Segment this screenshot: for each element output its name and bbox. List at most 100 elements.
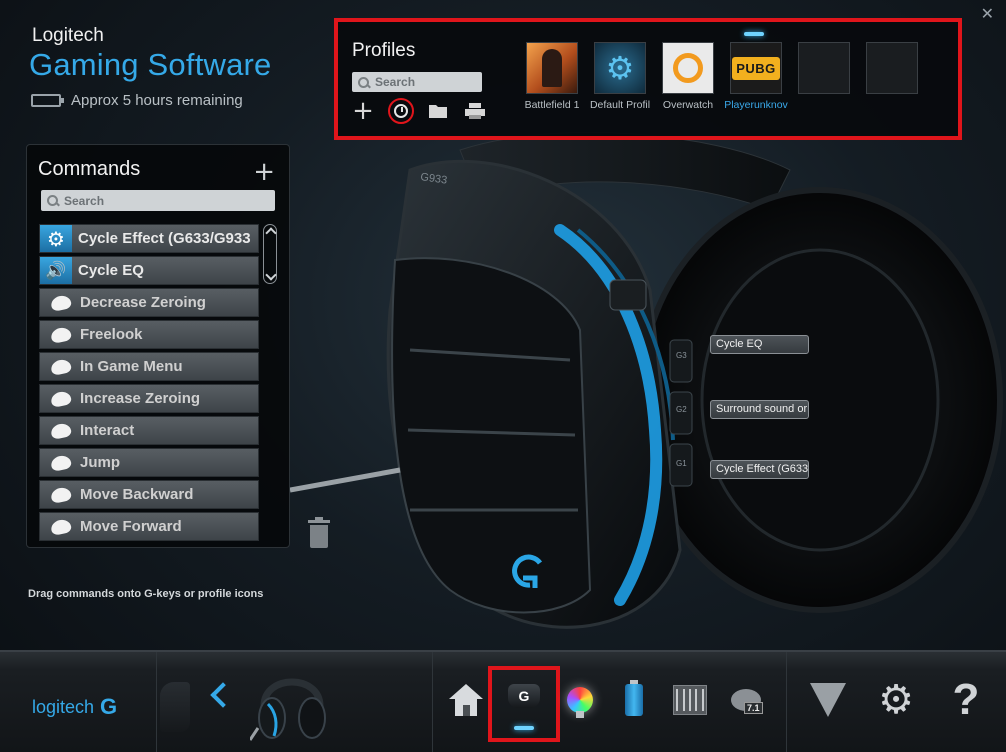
command-item[interactable]: Decrease Zeroing xyxy=(39,288,259,317)
home-icon[interactable] xyxy=(446,680,486,720)
g1-key-label: G1 xyxy=(676,459,687,468)
key-icon xyxy=(48,388,74,410)
key-icon xyxy=(48,356,74,378)
function-gear-icon: ⚙ xyxy=(40,225,72,252)
profile-pubg[interactable]: PUBG Playerunknov xyxy=(724,32,788,111)
headset-image: G3 G2 G1 G933 xyxy=(290,132,1003,629)
history-icon[interactable] xyxy=(388,98,414,124)
help-icon[interactable]: ? xyxy=(946,675,986,724)
customize-gkeys-button[interactable]: G xyxy=(488,666,560,742)
scroll-up-icon[interactable] xyxy=(265,227,277,239)
close-icon[interactable]: ✕ xyxy=(981,4,994,23)
key-icon xyxy=(48,292,74,314)
command-item[interactable]: Jump xyxy=(39,448,259,477)
command-search xyxy=(41,190,275,211)
drag-hint: Drag commands onto G-keys or profile ico… xyxy=(28,588,264,600)
profile-empty-slot[interactable] xyxy=(796,42,852,111)
command-label: Cycle EQ xyxy=(78,262,144,279)
command-scrollbar[interactable] xyxy=(263,224,277,284)
profile-label: Overwatch xyxy=(662,99,714,111)
g3-key-label: G3 xyxy=(676,351,687,360)
key-icon xyxy=(48,324,74,346)
command-search-input[interactable] xyxy=(64,193,275,208)
profile-label: Playerunknov xyxy=(724,99,788,111)
command-label: Jump xyxy=(80,454,121,471)
profile-label: Battlefield 1 xyxy=(524,99,580,111)
profile-default[interactable]: ⚙ Default Profil xyxy=(590,42,650,111)
command-list: ⚙ Cycle Effect (G633/G933 🔊 Cycle EQ Dec… xyxy=(39,224,259,544)
pubg-logo: PUBG xyxy=(730,42,782,94)
gear-icon: ⚙ xyxy=(605,49,635,87)
empty-slot xyxy=(798,42,850,94)
callout-g1[interactable]: Cycle Effect (G633 xyxy=(710,460,809,479)
battery-level-icon[interactable] xyxy=(614,680,654,720)
profile-search-input[interactable] xyxy=(375,75,482,89)
print-icon[interactable] xyxy=(464,100,486,122)
g2-key-label: G2 xyxy=(676,405,687,414)
commands-title: Commands xyxy=(38,158,141,180)
key-icon xyxy=(48,484,74,506)
overwatch-logo xyxy=(662,42,714,94)
logitech-logo[interactable]: logitech G xyxy=(32,694,117,720)
empty-slot xyxy=(866,42,918,94)
profile-search xyxy=(352,72,482,92)
surround-sound-icon[interactable]: 7.1 xyxy=(726,680,766,720)
key-icon xyxy=(48,420,74,442)
brand-title: Gaming Software xyxy=(29,47,272,82)
profile-label: Default Profil xyxy=(589,99,651,111)
chevron-left-icon[interactable] xyxy=(210,682,236,708)
command-label: Move Forward xyxy=(80,518,182,535)
callout-g2[interactable]: Surround sound or xyxy=(710,400,809,419)
commands-panel: Commands + ⚙ Cycle Effect (G633/G933 🔊 C… xyxy=(26,144,290,548)
open-folder-icon[interactable] xyxy=(428,100,450,122)
trash-icon[interactable] xyxy=(308,517,330,548)
add-profile-icon[interactable]: + xyxy=(352,98,374,124)
battery-icon xyxy=(31,94,64,107)
surround-badge: 7.1 xyxy=(744,702,763,714)
key-icon xyxy=(48,452,74,474)
active-profile-indicator xyxy=(744,32,764,36)
command-label: Cycle Effect (G633/G933 xyxy=(78,230,251,247)
profile-toolbar: + xyxy=(352,98,486,124)
profiles-panel: Profiles + Battlefield 1 ⚙ Default Profi… xyxy=(334,18,962,140)
command-label: Move Backward xyxy=(80,486,194,503)
command-label: Decrease Zeroing xyxy=(80,294,206,311)
command-item[interactable]: Move Backward xyxy=(39,480,259,509)
profile-battlefield-1[interactable]: Battlefield 1 xyxy=(524,42,580,111)
default-profile-art: ⚙ xyxy=(594,42,646,94)
command-item[interactable]: In Game Menu xyxy=(39,352,259,381)
profile-overwatch[interactable]: Overwatch xyxy=(660,42,716,111)
command-label: Interact xyxy=(80,422,135,439)
search-icon xyxy=(358,76,369,88)
equalizer-icon[interactable] xyxy=(670,680,710,720)
lighting-bulb-icon[interactable] xyxy=(560,680,600,720)
command-item[interactable]: Interact xyxy=(39,416,259,445)
battery-status: Approx 5 hours remaining xyxy=(31,92,243,109)
bottom-toolbar: logitech G G 7.1 ⚙ ? xyxy=(0,650,1006,752)
command-label: In Game Menu xyxy=(80,358,183,375)
scroll-down-icon[interactable] xyxy=(265,269,277,281)
add-command-button[interactable]: + xyxy=(253,157,275,187)
headset-device-icon[interactable] xyxy=(250,666,334,748)
selected-indicator xyxy=(514,726,534,730)
arx-control-icon[interactable] xyxy=(808,680,848,720)
speaker-icon: 🔊 xyxy=(40,257,72,284)
command-item[interactable]: Move Forward xyxy=(39,512,259,541)
command-item[interactable]: Freelook xyxy=(39,320,259,349)
previous-device-icon xyxy=(160,682,190,732)
command-item[interactable]: Increase Zeroing xyxy=(39,384,259,413)
app-window: ✕ Logitech Gaming Software Approx 5 hour… xyxy=(0,0,1006,752)
command-item[interactable]: ⚙ Cycle Effect (G633/G933 xyxy=(39,224,259,253)
key-icon xyxy=(48,516,74,538)
brand-top-text: Logitech xyxy=(32,25,104,46)
command-label: Increase Zeroing xyxy=(80,390,201,407)
profile-empty-slot[interactable] xyxy=(864,42,920,111)
settings-gear-icon[interactable]: ⚙ xyxy=(876,677,916,723)
battlefield-1-art xyxy=(526,42,578,94)
command-label: Freelook xyxy=(80,326,143,343)
profile-list: Battlefield 1 ⚙ Default Profil Overwatch… xyxy=(524,32,920,111)
command-item[interactable]: 🔊 Cycle EQ xyxy=(39,256,259,285)
battery-text: Approx 5 hours remaining xyxy=(71,92,243,109)
search-icon xyxy=(47,195,58,206)
callout-g3[interactable]: Cycle EQ xyxy=(710,335,809,354)
